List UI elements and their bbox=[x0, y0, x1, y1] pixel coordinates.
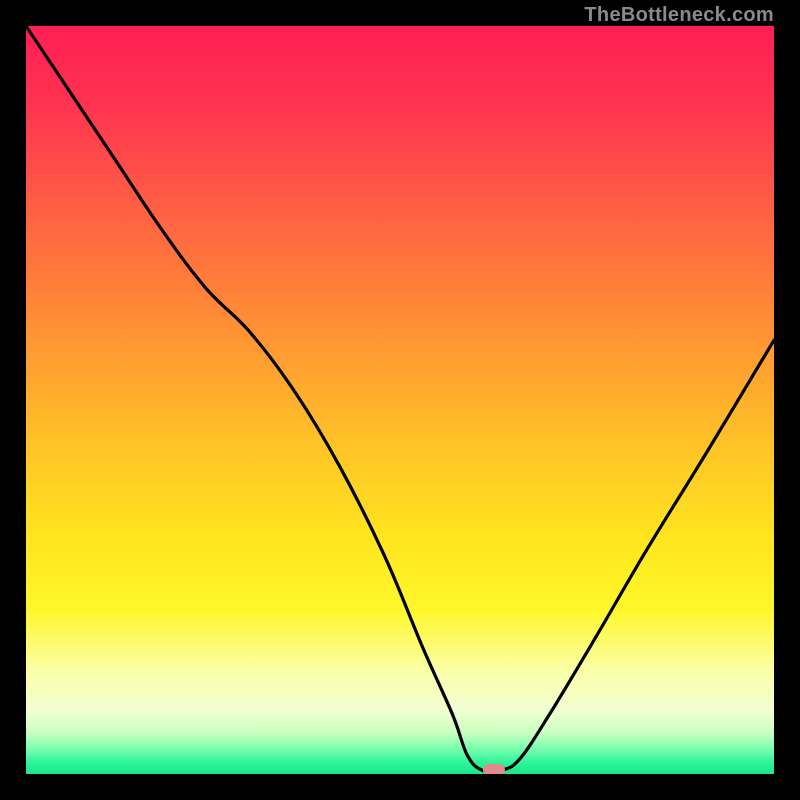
watermark-label: TheBottleneck.com bbox=[584, 4, 774, 27]
chart-container: TheBottleneck.com bbox=[0, 0, 800, 800]
curve-layer bbox=[26, 26, 774, 774]
plot-area bbox=[26, 26, 774, 774]
optimal-marker bbox=[483, 764, 505, 774]
bottleneck-curve bbox=[26, 26, 774, 772]
